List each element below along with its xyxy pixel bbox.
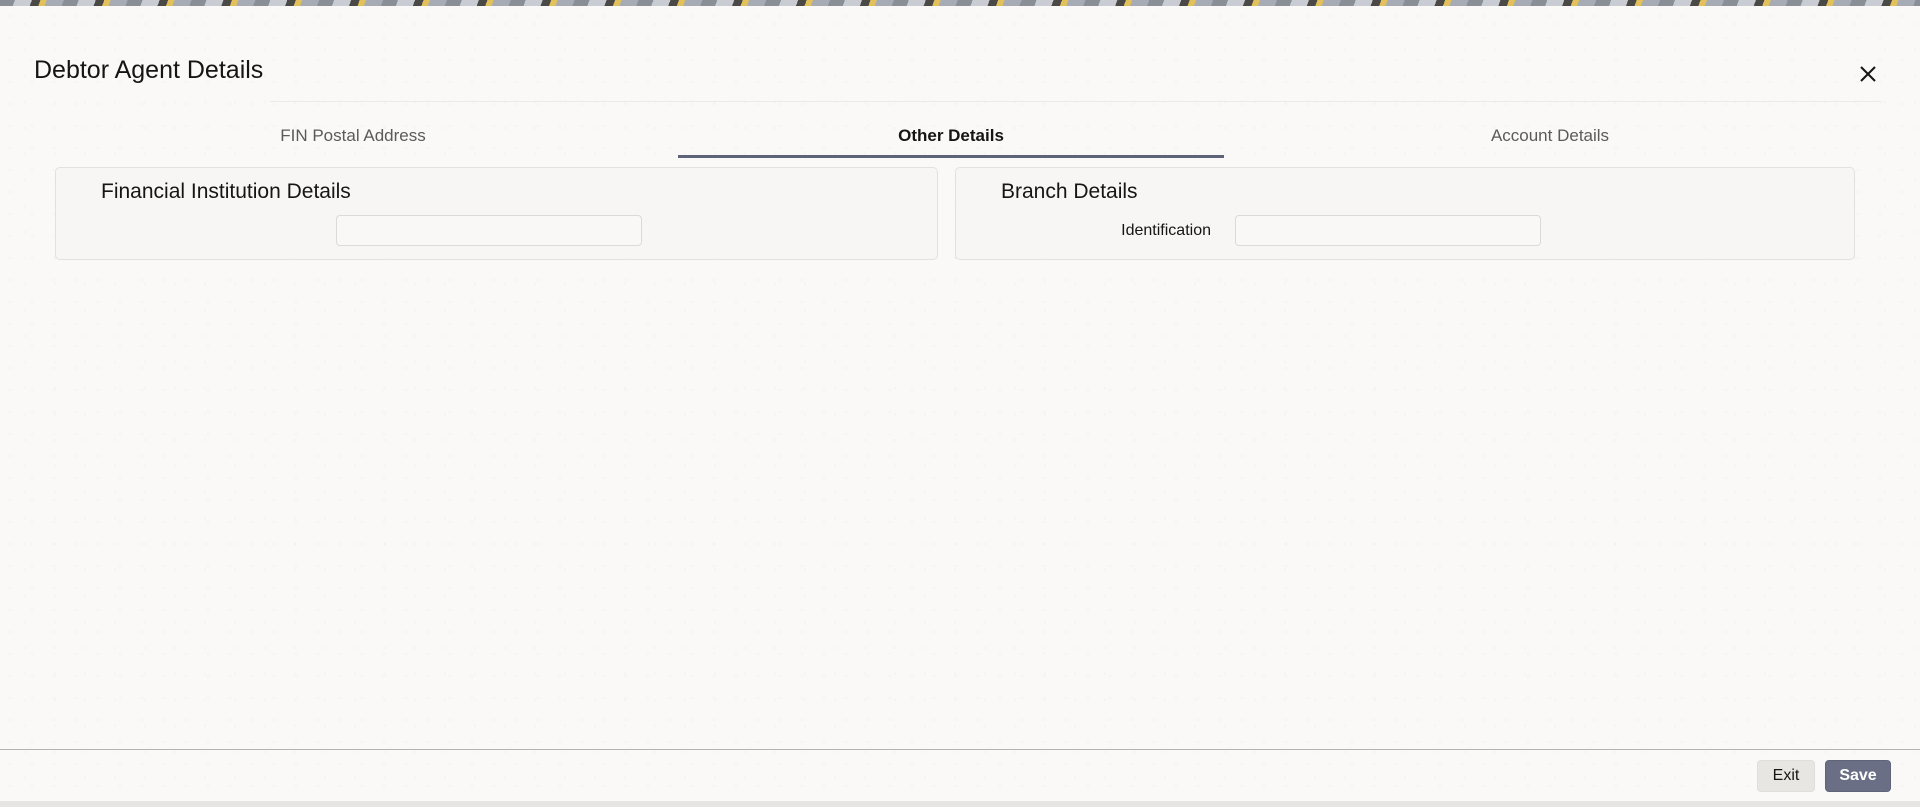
footer-divider [0, 749, 1920, 750]
lei-input[interactable] [336, 215, 642, 246]
tab-fin-postal-address[interactable]: FIN Postal Address [60, 116, 646, 158]
panel-title-branch: Branch Details [1001, 180, 1138, 203]
close-icon[interactable] [1856, 62, 1880, 86]
tab-bar: FIN Postal Address Other Details Account… [60, 116, 1850, 158]
bottom-edge [0, 801, 1920, 807]
tab-other-details[interactable]: Other Details [678, 116, 1224, 158]
dialog-title: Debtor Agent Details [34, 56, 264, 84]
identification-input[interactable] [1235, 215, 1541, 246]
tab-account-details[interactable]: Account Details [1250, 116, 1850, 158]
debtor-agent-dialog: Debtor Agent Details FIN Postal Address … [0, 6, 1920, 801]
financial-institution-panel: Financial Institution Details LEI [55, 167, 938, 260]
exit-button[interactable]: Exit [1757, 760, 1815, 792]
identification-label: Identification [1121, 222, 1211, 239]
branch-panel: Branch Details Identification [955, 167, 1855, 260]
save-button[interactable]: Save [1825, 760, 1891, 792]
panel-title-financial-institution: Financial Institution Details [101, 180, 351, 203]
title-divider [270, 101, 1882, 102]
